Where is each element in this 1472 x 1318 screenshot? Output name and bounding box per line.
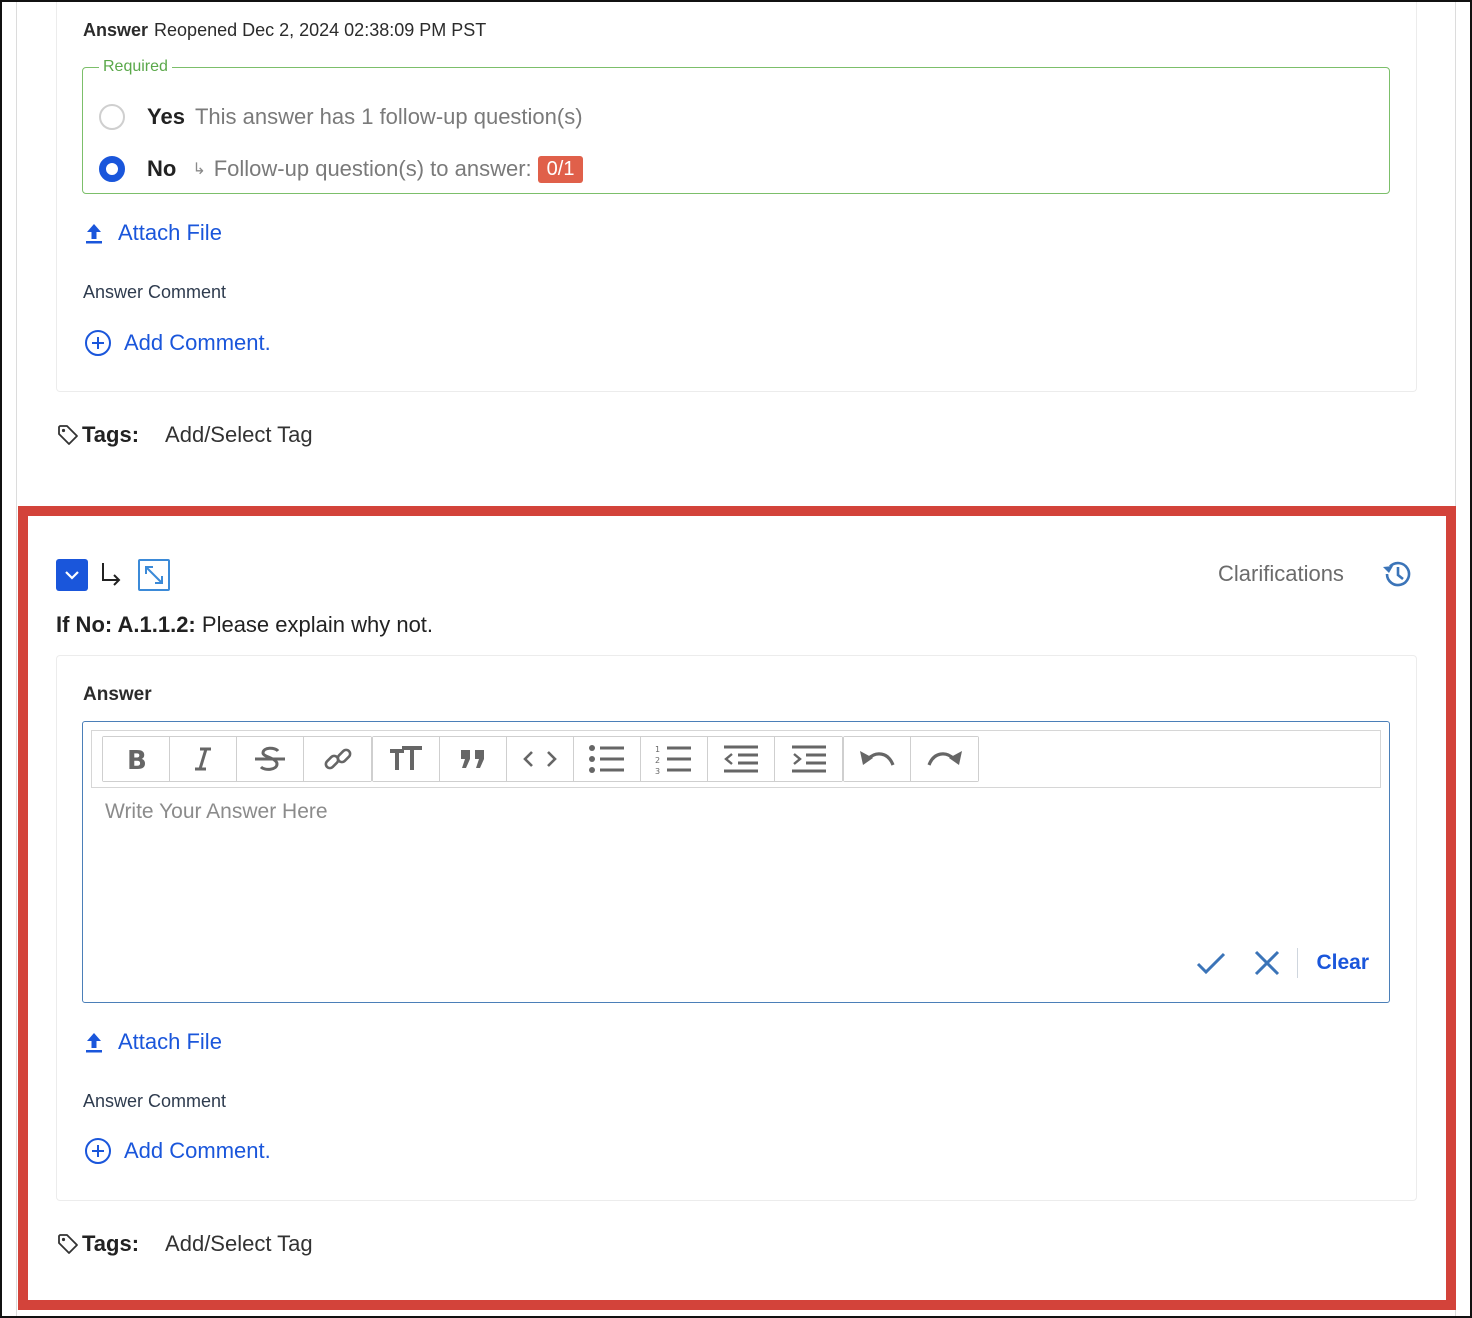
window-frame xyxy=(0,0,1472,1318)
